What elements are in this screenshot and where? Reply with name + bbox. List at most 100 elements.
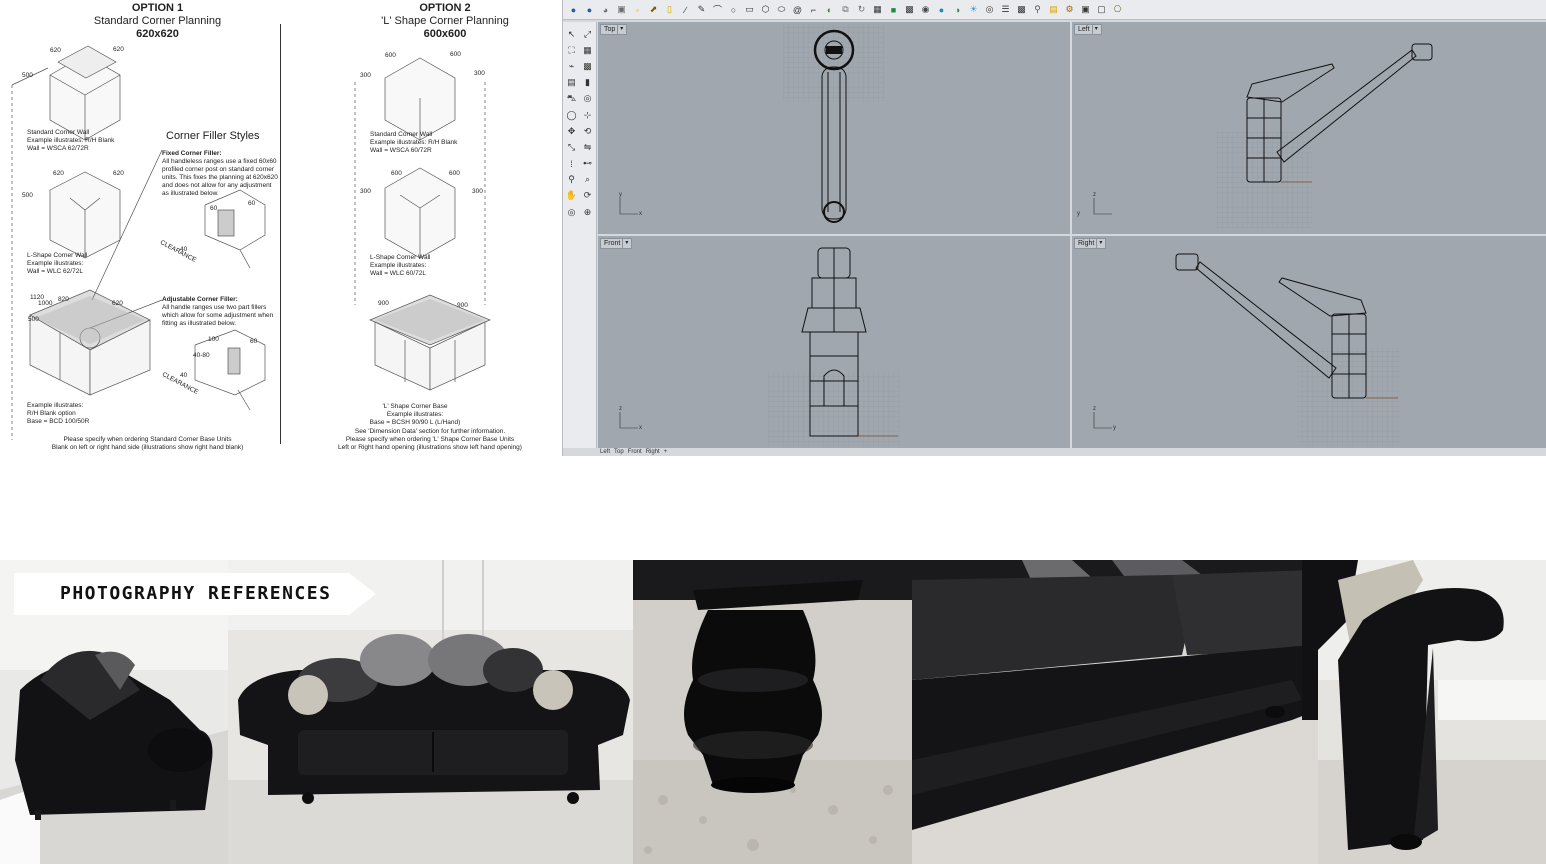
circle-icon[interactable]: ○ [727,3,740,16]
bottom-tab-front[interactable]: Front [628,449,642,456]
viewport-tab-left[interactable]: Left ▾ [1074,24,1102,35]
mirror-icon[interactable]: ⇋ [580,139,596,155]
dim-label: 500 [22,72,33,79]
transform-icon[interactable]: ⊹ [580,107,596,123]
viewport-top[interactable]: y x Top ▾ [598,22,1070,234]
box-icon[interactable]: ▮ [580,75,596,91]
viewport-front[interactable]: z x Front ▾ [598,236,1070,448]
layer-icon[interactable]: ☰ [999,3,1012,16]
move-icon[interactable]: ✥ [564,123,580,139]
loft-icon[interactable]: ⧉ [839,3,852,16]
pan-icon[interactable]: ✋ [564,188,580,204]
option2-subtitle: 'L' Shape Corner Planning [381,15,509,27]
polyline-icon[interactable]: ⬈ [647,3,660,16]
surface-icon[interactable]: ◐ [823,3,836,16]
wall2-note-2: Example illustrates: [27,260,84,267]
dropdown-arrow-icon[interactable]: ▾ [1096,239,1102,248]
solid-icon[interactable]: ■ [887,3,900,16]
vehicle-icon[interactable]: ⛍ [564,91,580,107]
viewport-tab-top[interactable]: Top ▾ [600,24,628,35]
cad-toolbar: ● ● ◕ ▣ ◦ ⬈ ▯ ∕ ✎ ⌒ ○ ▭ ⬡ ⬭ @ ⌐ ◐ ⧉ ↻ ▦ ■ ▩ ◉ ● ◑ ☀ ◎ ☰ ▩ ⚲ ▤ ⚙ ▣ ▢ ⎔ [563,0,1546,20]
filler-title: Corner Filler Styles [166,130,260,142]
corner-planning-spec-sheet: OPTION 1 Standard Corner Planning 620x62… [0,0,560,456]
fixed-filler-text-3: units. This fixes the planning at 620x62… [162,174,278,181]
point-icon[interactable]: ◦ [631,3,644,16]
join-icon[interactable]: ⊷ [580,156,596,172]
base-note-3: Base = BCD 100/50R [27,418,90,425]
dim-label: 300 [472,188,483,195]
bottom-tab-top[interactable]: Top [614,449,624,456]
dropdown-arrow-icon[interactable]: ▾ [622,239,628,248]
option1-subtitle: Standard Corner Planning [93,15,222,27]
curve-tool-icon[interactable]: ⌁ [564,58,580,74]
option-divider [280,24,281,444]
axis-label: x [639,425,642,431]
rotate-view-icon[interactable]: ⟳ [580,188,596,204]
viewport-tab-front[interactable]: Front ▾ [600,238,633,249]
array-icon[interactable]: ⁞ [564,156,580,172]
viewport-left[interactable]: z y Left ▾ [1072,22,1546,234]
dim-label: 600 [391,170,402,177]
add-tab-button[interactable]: + [664,449,668,456]
base-note-2: R/H Blank option [27,410,76,417]
viewport-right[interactable]: z y Right ▾ [1072,236,1546,448]
script-icon[interactable]: ⎔ [1111,3,1124,16]
display-icon[interactable]: ▢ [1095,3,1108,16]
layer-stack-icon[interactable]: ▤ [564,75,580,91]
arrow-icon[interactable]: ↖ [564,26,580,42]
wall2-note-1: L-Shape Corner Wall [370,254,431,261]
bottom-tab-right[interactable]: Right [646,449,660,456]
rotate-icon[interactable]: ⟲ [580,123,596,139]
ellipse-icon[interactable]: ⬭ [775,3,788,16]
bottom-tab-left[interactable]: Left [600,449,610,456]
dropdown-arrow-icon[interactable]: ▾ [1091,25,1098,34]
cursor-icon[interactable]: ◕ [599,3,612,16]
pencil-icon[interactable]: ✎ [695,3,708,16]
line-icon[interactable]: ▯ [663,3,676,16]
fixed-filler-text-5: as illustrated below. [162,190,219,197]
polygon-icon[interactable]: ⬡ [759,3,772,16]
rectangle-icon[interactable]: ▭ [743,3,756,16]
photo-sofa-cushions [912,560,1318,864]
zoom-extents-icon[interactable]: ⤢ [580,26,596,42]
sphere-icon[interactable]: ◎ [580,91,596,107]
wall1-note-1: Standard Corner Wall [370,131,433,138]
camera-icon[interactable]: ◎ [983,3,996,16]
material-icon[interactable]: ◑ [951,3,964,16]
gear-icon[interactable]: ⚙ [1063,3,1076,16]
grid-icon[interactable]: ▦ [580,42,596,58]
curve-icon[interactable]: ∕ [679,3,692,16]
dropdown-arrow-icon[interactable]: ▾ [617,25,623,34]
wall1-note-3: Wall = WSCA 60/72R [370,147,432,154]
mesh-icon[interactable]: ▩ [903,3,916,16]
fillet-icon[interactable]: ⌐ [807,3,820,16]
sphere-icon[interactable]: ● [583,3,596,16]
light-icon[interactable]: ☀ [967,3,980,16]
spiral-icon[interactable]: @ [791,3,804,16]
point-cloud-icon[interactable]: ⛶ [564,42,580,58]
analyze-icon[interactable]: ⚲ [564,172,580,188]
axis-label: y [619,192,622,198]
dim-label: 900 [457,302,468,309]
cage-icon[interactable]: ▩ [580,58,596,74]
render-icon[interactable]: ◉ [919,3,932,16]
scale-icon[interactable]: ⤡ [564,139,580,155]
folder-icon[interactable]: ▤ [1047,3,1060,16]
arc-icon[interactable]: ⌒ [711,3,724,16]
select-icon[interactable]: ▣ [615,3,628,16]
snap-icon[interactable]: ⊕ [580,204,596,220]
dim-label: 620 [53,170,64,177]
panel-icon[interactable]: ▣ [1079,3,1092,16]
option1-dims: 620x620 [136,28,179,40]
base-note-2: Example illustrates: [386,411,444,418]
cylinder-icon[interactable]: ◯ [564,107,580,123]
sphere-icon[interactable]: ● [567,3,580,16]
target-icon[interactable]: ◎ [564,204,580,220]
zoom-icon[interactable]: ⌕ [580,172,596,188]
box-icon[interactable]: ▦ [871,3,884,16]
checker-icon[interactable]: ▩ [1015,3,1028,16]
viewport-tab-right[interactable]: Right ▾ [1074,238,1107,249]
revolve-icon[interactable]: ↻ [855,3,868,16]
pin-icon[interactable]: ⚲ [1031,3,1044,16]
sphere-shaded-icon[interactable]: ● [935,3,948,16]
